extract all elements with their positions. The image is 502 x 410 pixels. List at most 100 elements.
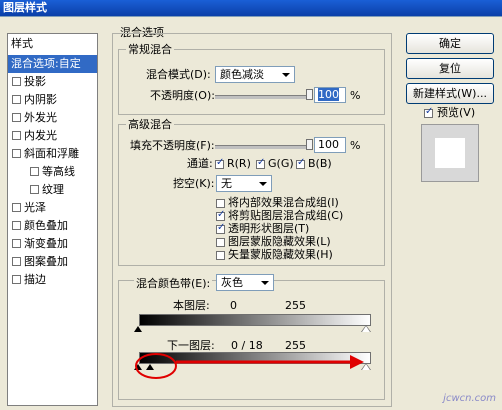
knockout-label: 挖空(K):	[173, 177, 215, 190]
sidebar-item[interactable]: 投影	[8, 73, 97, 91]
this-layer-gradient	[139, 314, 371, 326]
opacity-unit: %	[350, 89, 361, 102]
chevron-down-icon	[282, 73, 290, 77]
channels-label: 通道:	[187, 157, 213, 170]
sidebar-item[interactable]: 内发光	[8, 127, 97, 145]
annotation-overlay	[135, 353, 364, 379]
sidebar-item-label: 描边	[24, 273, 46, 286]
new-style-button[interactable]: 新建样式(W)...	[406, 83, 494, 104]
window-title: 图层样式	[3, 1, 47, 14]
sidebar-item-checkbox[interactable]	[12, 239, 21, 248]
blend-mode-value: 颜色减淡	[220, 68, 264, 81]
sidebar-item-checkbox[interactable]	[12, 203, 21, 212]
channel-label: G(G)	[268, 157, 294, 170]
annotation-arrowhead	[350, 355, 364, 369]
opacity-label: 不透明度(O):	[150, 89, 215, 102]
fill-opacity-input[interactable]: 100	[314, 137, 346, 153]
channel-checkbox[interactable]	[256, 157, 265, 169]
knockout-dropdown[interactable]: 无	[216, 175, 272, 192]
general-blend-title: 常规混合	[126, 43, 174, 57]
sidebar-item[interactable]: 纹理	[8, 181, 97, 199]
this-layer-white-slider[interactable]	[362, 326, 370, 332]
channel-checkbox[interactable]	[215, 157, 224, 169]
this-layer-label: 本图层:	[173, 299, 210, 312]
chevron-down-icon	[261, 281, 269, 285]
advanced-option-label: 矢量蒙版隐藏效果(H)	[228, 248, 333, 261]
sidebar-header: 样式	[11, 37, 33, 50]
reset-button[interactable]: 复位	[406, 58, 494, 79]
sidebar-item[interactable]: 等高线	[8, 163, 97, 181]
preview-checkbox[interactable]	[424, 106, 433, 118]
blend-if-label: 混合颜色带(E):	[134, 277, 213, 291]
advanced-option-label: 图层蒙版隐藏效果(L)	[228, 235, 331, 248]
preview-inner-square	[435, 138, 465, 168]
channel-label: R(R)	[227, 157, 251, 170]
sidebar-item-label: 混合选项:自定	[11, 57, 81, 70]
opacity-input[interactable]: 100	[314, 87, 346, 103]
fill-opacity-label: 填充不透明度(F):	[130, 139, 215, 152]
advanced-option-checkbox[interactable]	[216, 209, 225, 221]
sidebar-item-checkbox[interactable]	[30, 167, 39, 176]
styles-sidebar: 样式 混合选项:自定投影内阴影外发光内发光斜面和浮雕等高线纹理光泽颜色叠加渐变叠…	[7, 33, 98, 406]
sidebar-item-label: 斜面和浮雕	[24, 147, 79, 160]
advanced-option-checkbox[interactable]	[216, 222, 225, 234]
sidebar-item-label: 纹理	[42, 183, 64, 196]
annotation-circle	[135, 353, 177, 379]
title-divider	[0, 16, 502, 17]
this-layer-min: 0	[230, 299, 237, 312]
sidebar-item[interactable]: 光泽	[8, 199, 97, 217]
sidebar-item-label: 渐变叠加	[24, 237, 68, 250]
sidebar-item-label: 内发光	[24, 129, 57, 142]
sidebar-item-label: 内阴影	[24, 93, 57, 106]
channel-label: B(B)	[308, 157, 332, 170]
fill-opacity-slider-knob[interactable]	[306, 139, 313, 150]
sidebar-item-checkbox[interactable]	[30, 185, 39, 194]
blend-if-value: 灰色	[221, 276, 243, 289]
sidebar-item[interactable]: 描边	[8, 271, 97, 289]
sidebar-item-label: 图案叠加	[24, 255, 68, 268]
style-preview-swatch	[421, 124, 479, 182]
sidebar-item[interactable]: 颜色叠加	[8, 217, 97, 235]
sidebar-item[interactable]: 外发光	[8, 109, 97, 127]
blend-mode-dropdown[interactable]: 颜色减淡	[215, 66, 295, 83]
this-layer-max: 255	[285, 299, 306, 312]
sidebar-item-checkbox[interactable]	[12, 95, 21, 104]
advanced-option-label: 将内部效果混合成组(I)	[228, 196, 339, 209]
blend-if-dropdown[interactable]: 灰色	[216, 274, 274, 291]
sidebar-item-label: 外发光	[24, 111, 57, 124]
sidebar-item-checkbox[interactable]	[12, 257, 21, 266]
advanced-option-checkbox[interactable]	[216, 251, 225, 260]
opacity-slider-knob[interactable]	[306, 89, 313, 100]
advanced-option-label: 透明形状图层(T)	[228, 222, 310, 235]
advanced-option-checkbox[interactable]	[216, 199, 225, 208]
sidebar-item[interactable]: 内阴影	[8, 91, 97, 109]
sidebar-item-checkbox[interactable]	[12, 131, 21, 140]
chevron-down-icon	[259, 182, 267, 186]
advanced-blend-title: 高级混合	[126, 118, 174, 132]
sidebar-item[interactable]: 混合选项:自定	[8, 55, 97, 73]
this-layer-black-slider[interactable]	[134, 326, 142, 332]
sidebar-item-checkbox[interactable]	[12, 275, 21, 284]
window-title-bar[interactable]: 图层样式	[0, 0, 502, 16]
channel-checkbox[interactable]	[296, 157, 305, 169]
sidebar-item-label: 光泽	[24, 201, 46, 214]
sidebar-item-checkbox[interactable]	[12, 77, 21, 86]
knockout-value: 无	[221, 177, 232, 190]
fill-opacity-slider-track[interactable]	[215, 145, 310, 149]
preview-label: 预览(V)	[437, 106, 476, 119]
sidebar-item-checkbox[interactable]	[12, 113, 21, 122]
sidebar-item[interactable]: 斜面和浮雕	[8, 145, 97, 163]
sidebar-item[interactable]: 渐变叠加	[8, 235, 97, 253]
advanced-option-checkbox[interactable]	[216, 238, 225, 247]
advanced-option-label: 将剪贴图层混合成组(C)	[228, 209, 344, 222]
sidebar-item-label: 投影	[24, 75, 46, 88]
sidebar-item[interactable]: 图案叠加	[8, 253, 97, 271]
sidebar-item-label: 颜色叠加	[24, 219, 68, 232]
blend-mode-label: 混合模式(D):	[146, 68, 211, 81]
sidebar-item-checkbox[interactable]	[12, 221, 21, 230]
opacity-slider-track[interactable]	[215, 95, 310, 99]
ok-button[interactable]: 确定	[406, 33, 494, 54]
sidebar-item-checkbox[interactable]	[12, 149, 21, 158]
sidebar-item-label: 等高线	[42, 165, 75, 178]
fill-opacity-unit: %	[350, 139, 361, 152]
